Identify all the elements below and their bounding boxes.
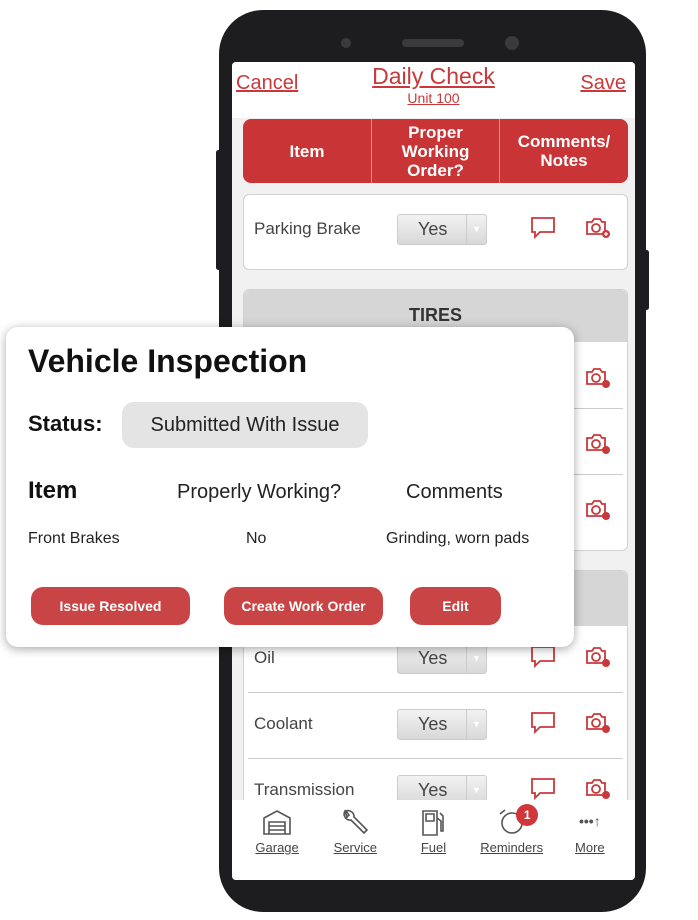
column-working: Properly Working? — [177, 481, 342, 503]
status-label: Status: — [28, 411, 103, 436]
chevron-down-icon: ▼ — [466, 710, 486, 739]
status-badge: Submitted With Issue — [122, 402, 368, 448]
inspection-popup: Vehicle Inspection Status: Submitted Wit… — [6, 327, 574, 647]
nav-service[interactable]: Service — [318, 800, 393, 880]
nav-label: Garage — [255, 840, 299, 855]
nav-label: More — [575, 840, 605, 855]
nav-garage[interactable]: Garage — [240, 800, 315, 880]
column-working: Proper Working Order? — [372, 119, 500, 183]
camera-add-icon[interactable] — [585, 216, 611, 240]
reminders-badge: 1 — [516, 804, 539, 826]
row-comments: Grinding, worn pads — [386, 530, 530, 547]
column-comments: Comments — [406, 481, 503, 503]
table-row: Parking Brake Yes ▼ — [244, 197, 627, 263]
nav-label: Fuel — [420, 840, 447, 855]
app-header: Cancel Daily Check Unit 100 Save — [232, 62, 635, 118]
item-label: Coolant — [254, 714, 313, 733]
phone-side-button — [644, 250, 649, 310]
nav-label: Service — [333, 840, 377, 855]
camera-add-icon[interactable] — [585, 498, 611, 522]
nav-label: Reminders — [480, 840, 544, 855]
column-item: Item — [243, 119, 372, 183]
dropdown-value: Yes — [418, 780, 448, 800]
edit-button[interactable]: Edit — [410, 587, 501, 625]
row-item: Front Brakes — [28, 530, 120, 547]
working-dropdown[interactable]: Yes ▼ — [397, 643, 487, 674]
nav-fuel[interactable]: Fuel — [396, 800, 471, 880]
camera-add-icon[interactable] — [585, 645, 611, 669]
phone-side-button — [216, 150, 221, 270]
camera-add-icon[interactable] — [585, 432, 611, 456]
chevron-down-icon: ▼ — [466, 644, 486, 673]
item-label: Parking Brake — [254, 219, 361, 238]
camera-add-icon[interactable] — [585, 711, 611, 735]
dropdown-value: Yes — [418, 714, 448, 734]
row-working: No — [246, 530, 267, 547]
save-button[interactable]: Save — [580, 72, 626, 95]
nav-more[interactable]: •••↑ More — [552, 800, 627, 880]
table-header: Item Proper Working Order? Comments/ Not… — [243, 119, 628, 183]
nav-reminders[interactable]: Reminders 1 — [474, 800, 549, 880]
garage-icon — [263, 810, 291, 835]
bottom-nav: Garage Service Fuel Reminders 1 •••↑ Mor… — [232, 800, 635, 880]
table-row: Coolant Yes ▼ — [244, 692, 627, 758]
camera — [505, 36, 519, 50]
dropdown-value: Yes — [418, 219, 448, 239]
unit-subtitle[interactable]: Unit 100 — [232, 90, 635, 106]
comment-icon[interactable] — [530, 711, 556, 735]
section-card: Parking Brake Yes ▼ — [243, 194, 628, 270]
camera-add-icon[interactable] — [585, 777, 611, 801]
wrench-icon — [343, 809, 369, 835]
popup-title: Vehicle Inspection — [28, 343, 308, 379]
more-icon: •••↑ — [578, 813, 601, 829]
comment-icon[interactable] — [530, 216, 556, 240]
working-dropdown[interactable]: Yes ▼ — [397, 214, 487, 245]
chevron-down-icon: ▼ — [466, 215, 486, 244]
create-work-order-button[interactable]: Create Work Order — [224, 587, 383, 625]
item-label: Oil — [254, 648, 275, 667]
column-comments: Comments/ Notes — [517, 132, 611, 170]
issue-resolved-button[interactable]: Issue Resolved — [31, 587, 190, 625]
fuel-icon — [422, 810, 445, 836]
sensor — [341, 38, 351, 48]
camera-add-icon[interactable] — [585, 366, 611, 390]
speaker — [402, 39, 464, 47]
column-item: Item — [28, 477, 78, 504]
comment-icon[interactable] — [530, 777, 556, 801]
page-title: Daily Check — [372, 63, 495, 89]
dropdown-value: Yes — [418, 648, 448, 668]
working-dropdown[interactable]: Yes ▼ — [397, 709, 487, 740]
item-label: Transmission — [254, 780, 355, 799]
comment-icon[interactable] — [530, 645, 556, 669]
